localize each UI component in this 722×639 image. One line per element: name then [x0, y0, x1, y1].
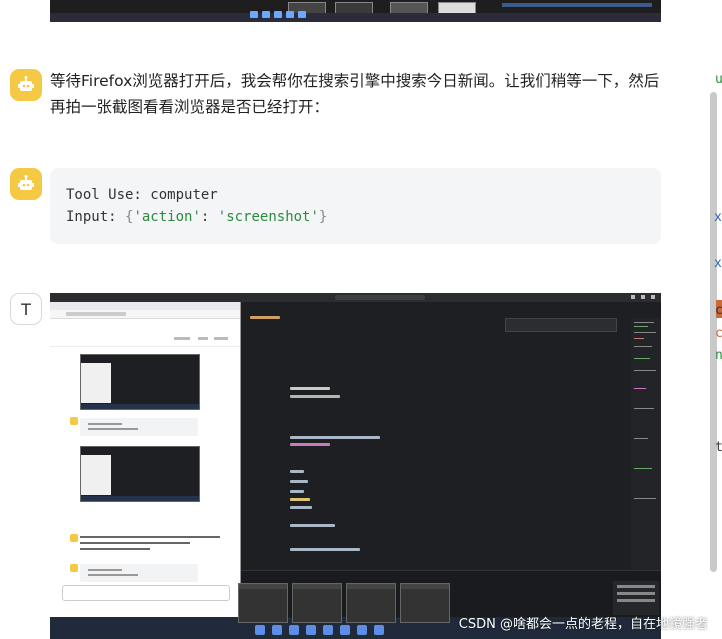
tool-name: computer — [150, 187, 218, 203]
taskbar-previews — [238, 583, 450, 623]
firefox-window — [50, 302, 241, 617]
user-avatar-letter: T — [21, 299, 31, 319]
input-key: 'action' — [133, 209, 201, 225]
input-value: 'screenshot' — [217, 209, 319, 225]
ide-titlebar — [50, 293, 661, 302]
assistant-avatar — [10, 168, 42, 200]
find-widget — [505, 318, 617, 332]
status-bar — [502, 3, 652, 7]
side-fragment: c — [715, 326, 722, 341]
previous-screenshot-image — [50, 0, 661, 22]
side-fragment: x — [714, 256, 722, 271]
input-line: Input: {'action': 'screenshot'} — [66, 206, 661, 228]
tool-use-label: Tool Use: — [66, 187, 142, 203]
brace-close: } — [318, 209, 328, 225]
input-label: Input: — [66, 209, 117, 225]
side-fragment: t — [715, 440, 722, 455]
side-fragment: n — [715, 348, 722, 363]
robot-icon — [18, 175, 34, 190]
side-fragment: x — [714, 210, 722, 225]
colon: : — [200, 209, 210, 225]
chat-input-box — [62, 585, 230, 601]
robot-icon — [18, 76, 34, 91]
assistant-avatar — [10, 69, 42, 101]
screenshot-image — [50, 293, 661, 639]
user-avatar: T — [10, 293, 42, 325]
terminal-list — [613, 581, 659, 615]
side-fragment: u — [715, 72, 722, 87]
taskbar — [50, 13, 661, 22]
tool-use-line: Tool Use: computer — [66, 184, 661, 206]
tool-use-code-block: Tool Use: computer Input: {'action': 'sc… — [50, 168, 661, 244]
side-fragment: c — [715, 303, 722, 318]
taskbar-icons — [255, 625, 384, 635]
csdn-watermark: CSDN @啥都会一点的老程，自在地镜强者 — [458, 617, 708, 632]
assistant-message-text: 等待Firefox浏览器打开后，我会帮你在搜索引擎中搜索今日新闻。让我们稍等一下… — [50, 72, 660, 116]
taskbar-icons — [250, 11, 306, 18]
